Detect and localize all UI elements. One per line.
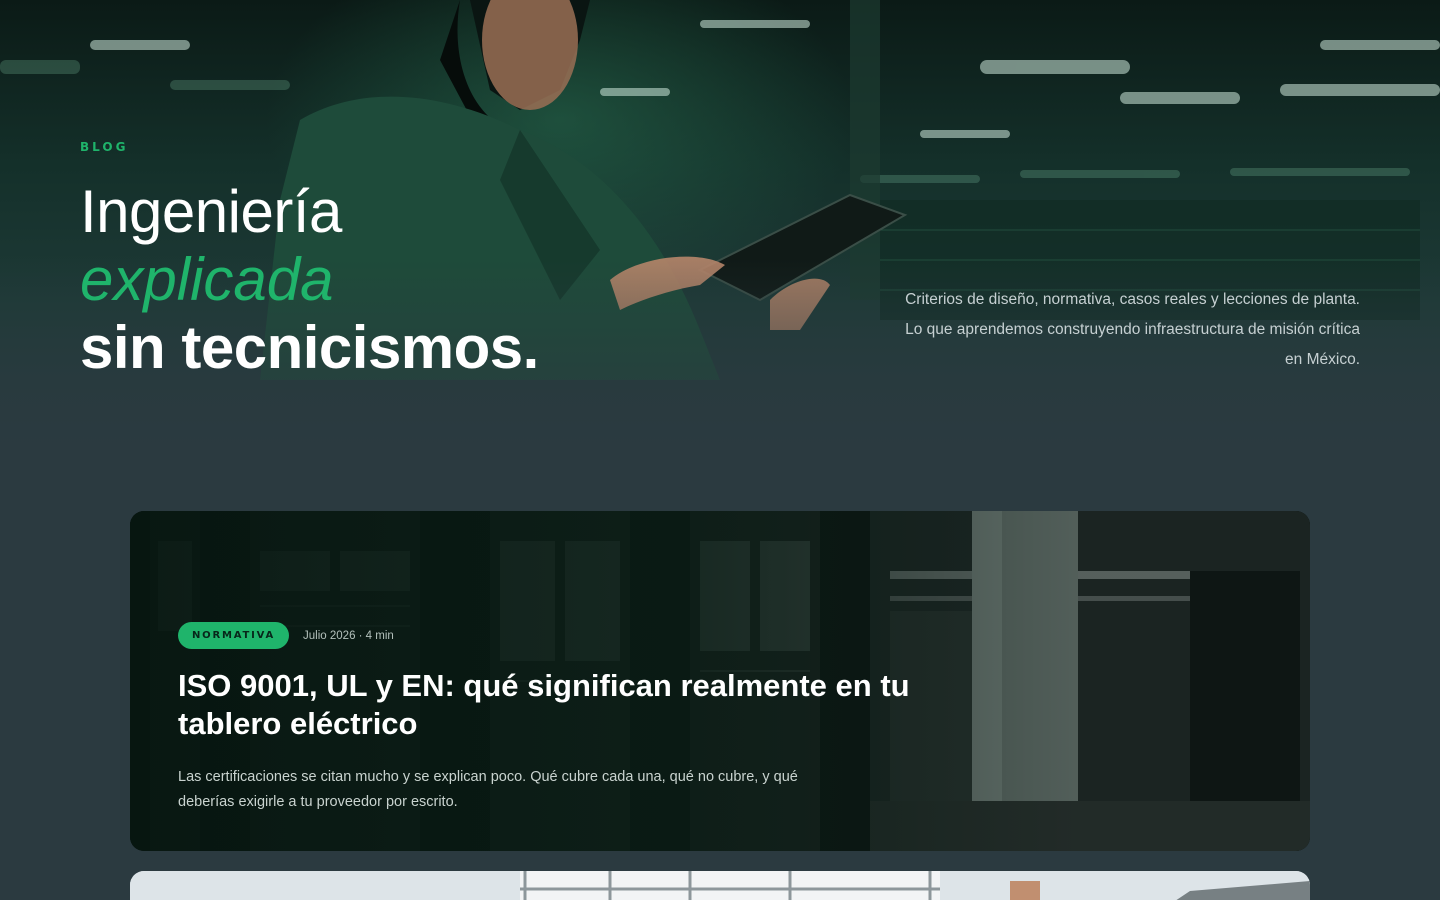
hero-title-line-2: explicada [80, 246, 334, 313]
article-title[interactable]: ISO 9001, UL y EN: qué significan realme… [178, 667, 938, 743]
hero-title-line-3: sin tecnicismos. [80, 314, 539, 381]
hero-section: BLOG Ingeniería explicada sin tecnicismo… [0, 0, 1440, 470]
article-meta-row: NORMATIVA Julio 2026 · 4 min [178, 622, 938, 649]
article-excerpt: Las certificaciones se citan mucho y se … [178, 769, 798, 810]
article-card[interactable] [130, 871, 1310, 900]
featured-article-card[interactable]: NORMATIVA Julio 2026 · 4 min ISO 9001, U… [130, 511, 1310, 851]
hero-description: Criterios de diseño, normativa, casos re… [905, 291, 1360, 368]
blog-page: BLOG Ingeniería explicada sin tecnicismo… [0, 0, 1440, 900]
article-image [130, 871, 1310, 900]
article-date-readtime: Julio 2026 · 4 min [303, 629, 394, 642]
category-tag[interactable]: NORMATIVA [178, 622, 290, 649]
featured-card-content: NORMATIVA Julio 2026 · 4 min ISO 9001, U… [178, 622, 938, 815]
section-eyebrow: BLOG [80, 140, 129, 154]
hero-title: Ingeniería explicada sin tecnicismos. [80, 178, 700, 382]
hero-title-line-1: Ingeniería [80, 178, 342, 245]
